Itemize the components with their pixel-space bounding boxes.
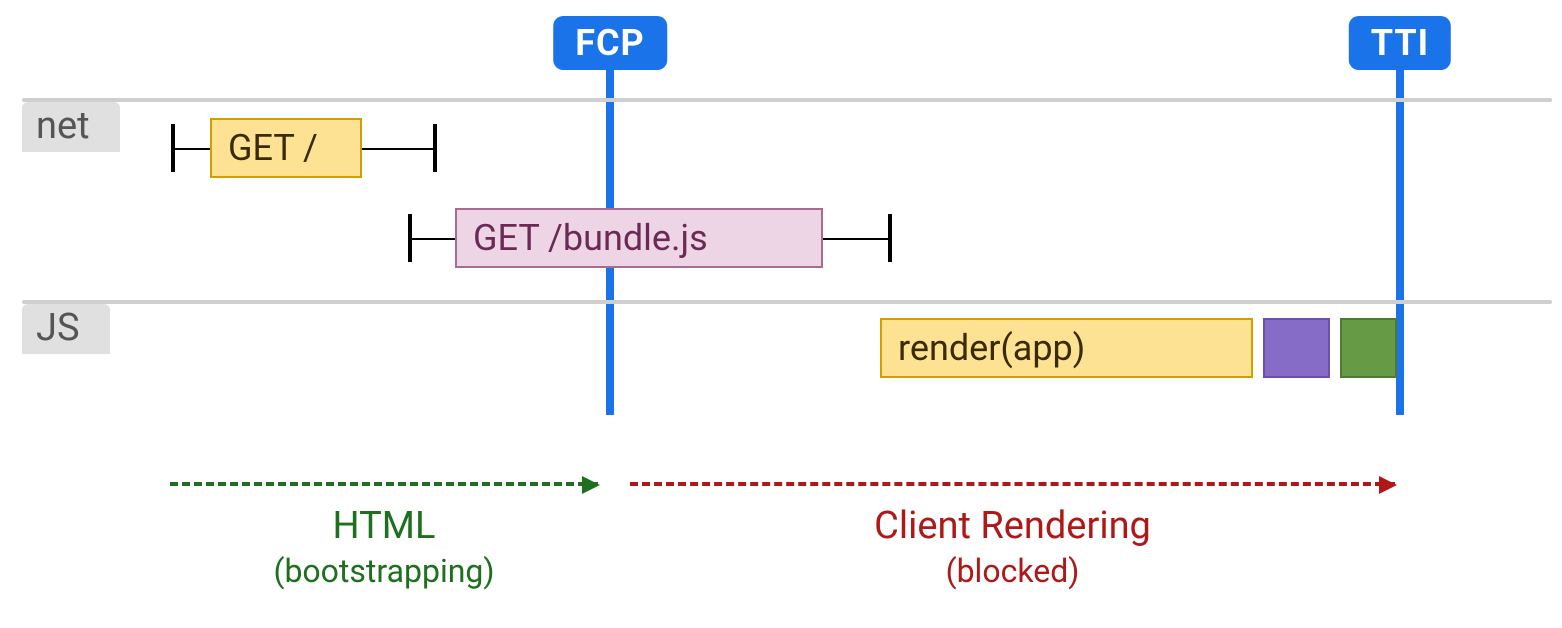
phase-subtitle: (blocked) bbox=[843, 553, 1183, 590]
lane-label-net: net bbox=[22, 102, 120, 152]
js-task-purple bbox=[1263, 318, 1330, 378]
bar-label: GET / bbox=[228, 127, 318, 169]
arrowhead-icon bbox=[582, 476, 600, 494]
phase-arrow-client bbox=[630, 482, 1395, 486]
phase-label-html: HTML (bootstrapping) bbox=[214, 505, 554, 589]
lane-divider bbox=[22, 98, 1552, 102]
phase-subtitle: (bootstrapping) bbox=[214, 553, 554, 590]
milestone-fcp-label: FCP bbox=[553, 16, 667, 70]
bar-label: render(app) bbox=[898, 327, 1085, 369]
phase-title: Client Rendering bbox=[874, 504, 1151, 548]
whisker-tick bbox=[433, 124, 437, 172]
milestone-tti-line bbox=[1396, 70, 1404, 415]
rendering-timeline-diagram: FCP TTI net GET / GET /bundle.js JS rend… bbox=[0, 0, 1562, 628]
phase-label-client: Client Rendering (blocked) bbox=[843, 505, 1183, 589]
milestone-tti-label: TTI bbox=[1349, 16, 1451, 70]
lane-label-js: JS bbox=[22, 304, 110, 354]
lane-divider bbox=[22, 300, 1552, 304]
net-request-root: GET / bbox=[210, 118, 362, 178]
arrowhead-icon bbox=[1379, 476, 1397, 494]
js-task-render: render(app) bbox=[880, 318, 1253, 378]
whisker-line bbox=[173, 148, 210, 150]
whisker-line bbox=[410, 238, 455, 240]
whisker-line bbox=[823, 238, 890, 240]
bar-label: GET /bundle.js bbox=[473, 217, 708, 259]
net-request-bundle: GET /bundle.js bbox=[455, 208, 823, 268]
phase-title: HTML bbox=[333, 504, 436, 548]
whisker-tick bbox=[888, 214, 892, 262]
js-task-green bbox=[1340, 318, 1397, 378]
whisker-line bbox=[362, 148, 435, 150]
phase-arrow-html bbox=[170, 482, 598, 486]
